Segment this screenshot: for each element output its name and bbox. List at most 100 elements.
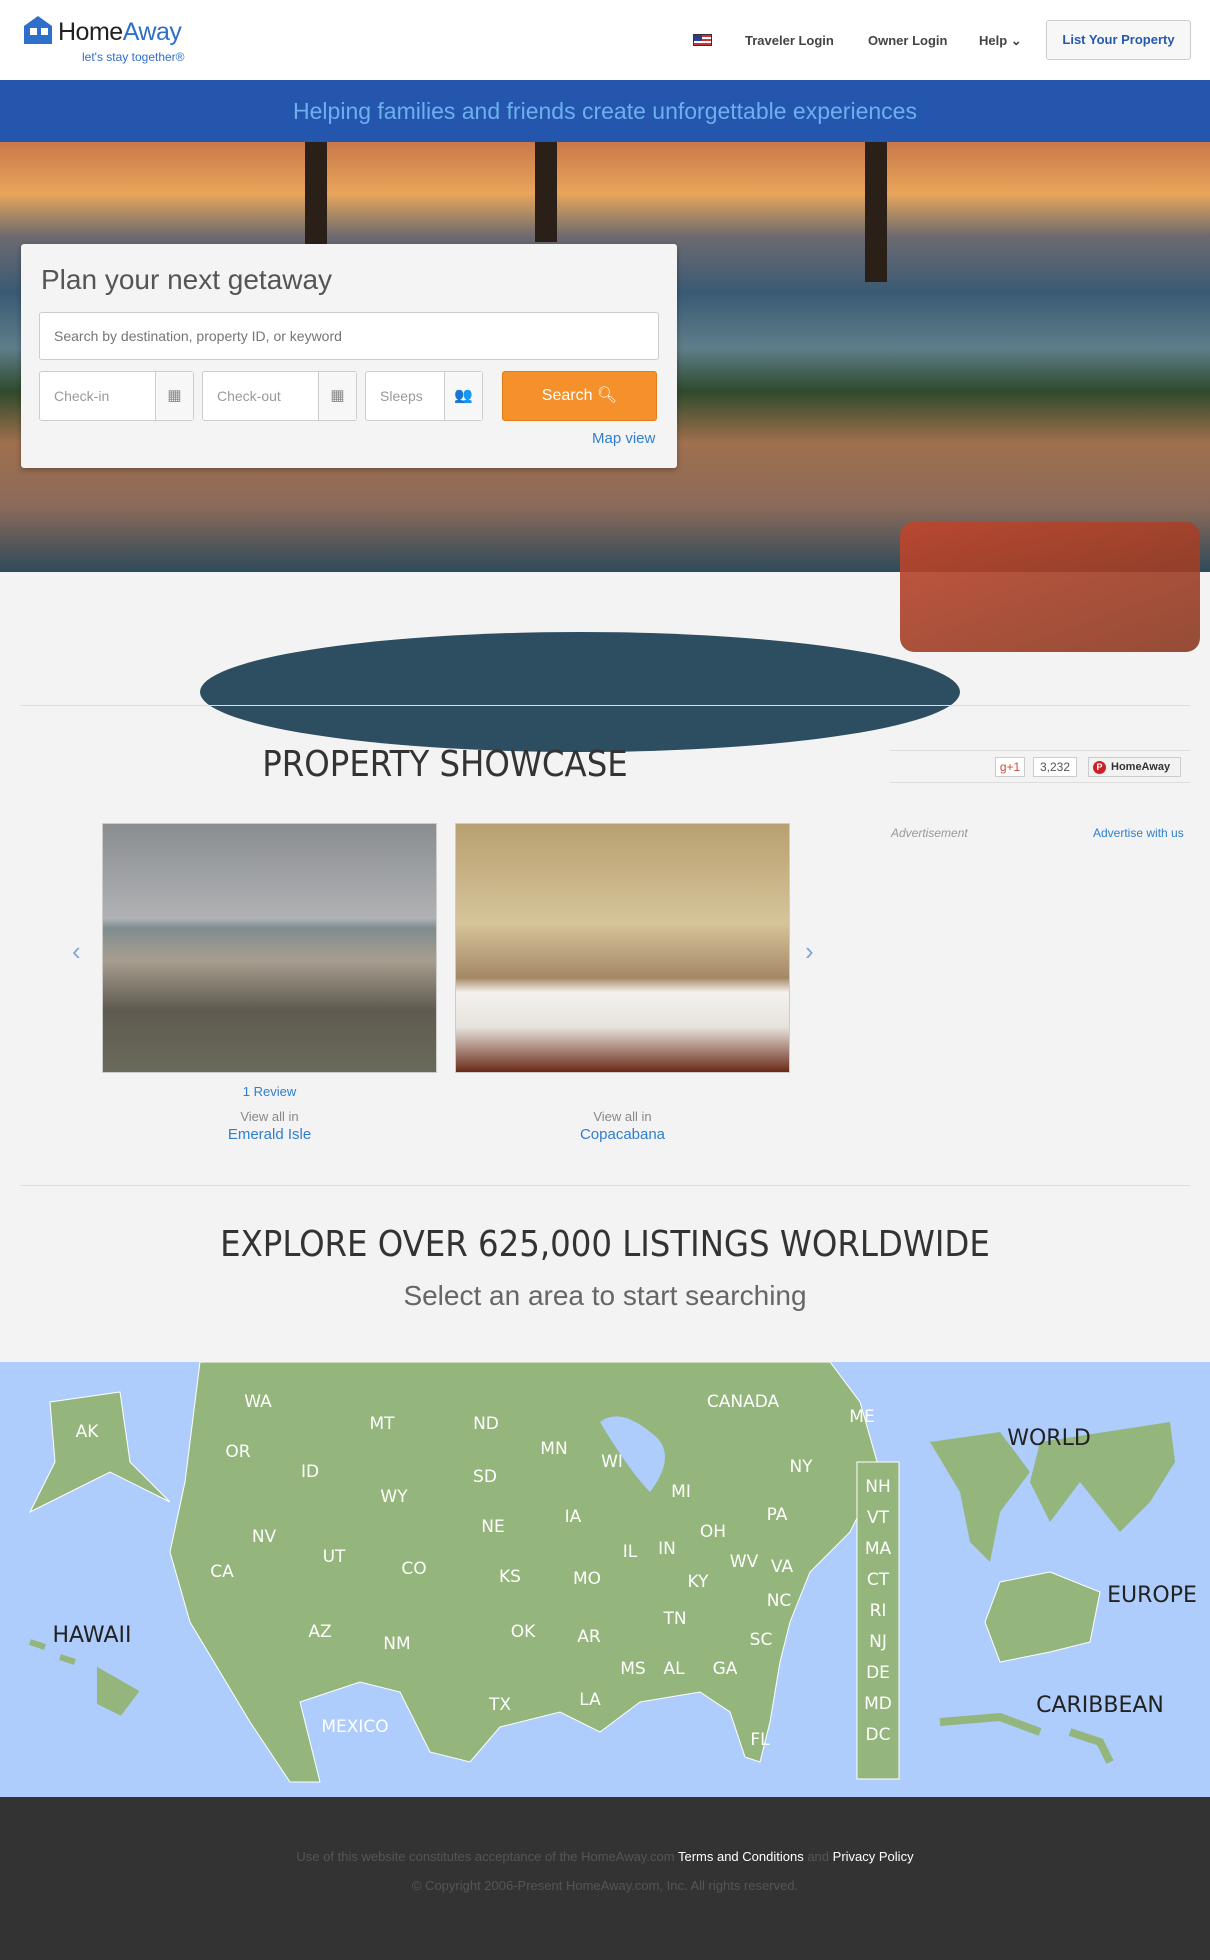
terms-link[interactable]: Terms and Conditions	[678, 1849, 804, 1864]
map-label-nj[interactable]: NJ	[869, 1632, 887, 1652]
map-label-va[interactable]: VA	[771, 1557, 794, 1577]
privacy-link[interactable]: Privacy Policy	[833, 1849, 914, 1864]
map-label-in[interactable]: IN	[658, 1539, 676, 1559]
checkout-field[interactable]: Check-out ▦	[202, 371, 357, 421]
people-icon: 👥	[444, 372, 482, 420]
search-icon: 🔍︎	[596, 387, 618, 404]
map-label-europe[interactable]: EUROPE	[1107, 1583, 1197, 1608]
help-menu[interactable]: Help ⌄	[979, 33, 1022, 49]
map-label-mt[interactable]: MT	[369, 1414, 395, 1434]
map-label-ks[interactable]: KS	[499, 1567, 521, 1587]
map-label-al[interactable]: AL	[663, 1659, 685, 1679]
destination-input[interactable]	[39, 312, 659, 360]
map-label-ma[interactable]: MA	[865, 1539, 892, 1559]
map-label-id[interactable]: ID	[301, 1462, 319, 1482]
showcase-photo-emerald-isle[interactable]	[102, 823, 437, 1073]
map-label-caribbean[interactable]: CARIBBEAN	[1036, 1693, 1164, 1718]
map-label-tn[interactable]: TN	[662, 1609, 686, 1629]
map-label-ca[interactable]: CA	[210, 1562, 234, 1582]
caribbean-land[interactable]	[939, 1712, 1114, 1764]
map-label-il[interactable]: IL	[623, 1542, 638, 1562]
logo[interactable]: HomeAway	[58, 18, 182, 47]
map-label-mexico[interactable]: MEXICO	[321, 1717, 388, 1737]
map-label-or[interactable]: OR	[225, 1442, 250, 1462]
map-label-oh[interactable]: OH	[700, 1522, 726, 1542]
map-label-md[interactable]: MD	[864, 1694, 892, 1714]
traveler-login-link[interactable]: Traveler Login	[745, 33, 834, 48]
map-label-ak[interactable]: AK	[76, 1422, 100, 1442]
map-label-wi[interactable]: WI	[601, 1452, 623, 1472]
divider	[20, 705, 1190, 706]
alaska-land[interactable]	[28, 1391, 171, 1514]
carousel-prev-arrow-icon[interactable]: ‹	[72, 936, 81, 967]
pinterest-button[interactable]: P HomeAway	[1088, 757, 1181, 777]
map-label-wv[interactable]: WV	[730, 1552, 759, 1572]
map-label-nm[interactable]: NM	[383, 1634, 410, 1654]
header: HomeAway let's stay together® Traveler L…	[0, 0, 1210, 80]
map-view-link[interactable]: Map view	[592, 430, 655, 447]
list-your-property-button[interactable]: List Your Property	[1046, 20, 1191, 60]
map-label-nh[interactable]: NH	[865, 1477, 891, 1497]
region-map[interactable]: WA OR CA AK ID NV MT WY UT AZ CO NM ND SD NE KS OK TX MN IA…	[0, 1361, 1210, 1797]
map-label-wy[interactable]: WY	[380, 1487, 408, 1507]
map-label-mi[interactable]: MI	[671, 1482, 691, 1502]
map-label-nd[interactable]: ND	[473, 1414, 499, 1434]
homeaway-house-logo-icon[interactable]	[20, 14, 56, 46]
calendar-icon[interactable]: ▦	[318, 372, 356, 420]
advertise-link[interactable]: Advertise with us	[1093, 826, 1184, 840]
map-label-sd[interactable]: SD	[473, 1467, 497, 1487]
map-label-ne[interactable]: NE	[481, 1517, 504, 1537]
map-label-vt[interactable]: VT	[867, 1508, 890, 1528]
advertisement-label: Advertisement	[891, 826, 968, 840]
map-label-ut[interactable]: UT	[323, 1547, 346, 1567]
calendar-icon[interactable]: ▦	[155, 372, 193, 420]
review-link[interactable]: 1 Review	[102, 1084, 437, 1099]
map-label-fl[interactable]: FL	[750, 1730, 770, 1750]
map-label-wa[interactable]: WA	[244, 1392, 272, 1412]
owner-login-link[interactable]: Owner Login	[868, 33, 947, 48]
search-label: Search	[541, 387, 593, 404]
map-svg[interactable]: WA OR CA AK ID NV MT WY UT AZ CO NM ND SD NE KS OK TX MN IA…	[0, 1361, 1210, 1797]
footer: Use of this website constitutes acceptan…	[0, 1797, 1210, 1960]
map-label-ar[interactable]: AR	[577, 1627, 601, 1647]
map-label-pa[interactable]: PA	[767, 1505, 788, 1525]
map-label-de[interactable]: DE	[866, 1663, 890, 1683]
hawaii-land[interactable]	[29, 1639, 140, 1716]
map-label-ga[interactable]: GA	[713, 1659, 738, 1679]
map-label-ny[interactable]: NY	[789, 1457, 813, 1477]
divider	[20, 1185, 1190, 1186]
carousel-next-arrow-icon[interactable]: ›	[805, 936, 814, 967]
map-label-canada[interactable]: CANADA	[707, 1392, 780, 1412]
map-label-dc[interactable]: DC	[866, 1725, 891, 1745]
map-label-ms[interactable]: MS	[620, 1659, 645, 1679]
city-link-emerald-isle[interactable]: Emerald Isle	[102, 1126, 437, 1143]
map-label-az[interactable]: AZ	[308, 1622, 331, 1642]
map-label-nv[interactable]: NV	[252, 1527, 277, 1547]
map-label-la[interactable]: LA	[579, 1690, 601, 1710]
us-flag-icon[interactable]	[693, 34, 712, 46]
map-label-ri[interactable]: RI	[870, 1601, 887, 1621]
checkin-field[interactable]: Check-in ▦	[39, 371, 194, 421]
map-label-tx[interactable]: TX	[488, 1695, 511, 1715]
social-bar: g+1 3,232 P HomeAway	[890, 750, 1190, 783]
map-label-ok[interactable]: OK	[511, 1622, 536, 1642]
showcase-photo-copacabana[interactable]	[455, 823, 790, 1073]
map-label-world[interactable]: WORLD	[1007, 1426, 1091, 1451]
map-label-ky[interactable]: KY	[688, 1572, 710, 1592]
footer-legal-text: Use of this website constitutes acceptan…	[0, 1849, 1210, 1864]
map-label-hawaii[interactable]: HAWAII	[53, 1623, 132, 1648]
map-label-ct[interactable]: CT	[867, 1570, 890, 1590]
sleeps-field[interactable]: Sleeps 👥	[365, 371, 483, 421]
google-plus-button[interactable]: g+1	[995, 757, 1025, 777]
tagline: let's stay together®	[82, 50, 185, 64]
map-label-ia[interactable]: IA	[565, 1507, 582, 1527]
map-label-me[interactable]: ME	[849, 1407, 874, 1427]
map-label-nc[interactable]: NC	[767, 1591, 792, 1611]
map-label-co[interactable]: CO	[401, 1559, 426, 1579]
map-label-sc[interactable]: SC	[750, 1630, 773, 1650]
map-label-mo[interactable]: MO	[573, 1569, 601, 1589]
search-button[interactable]: Search 🔍︎	[502, 371, 657, 421]
city-link-copacabana[interactable]: Copacabana	[455, 1126, 790, 1143]
europe-land[interactable]	[984, 1571, 1101, 1663]
map-label-mn[interactable]: MN	[540, 1439, 567, 1459]
